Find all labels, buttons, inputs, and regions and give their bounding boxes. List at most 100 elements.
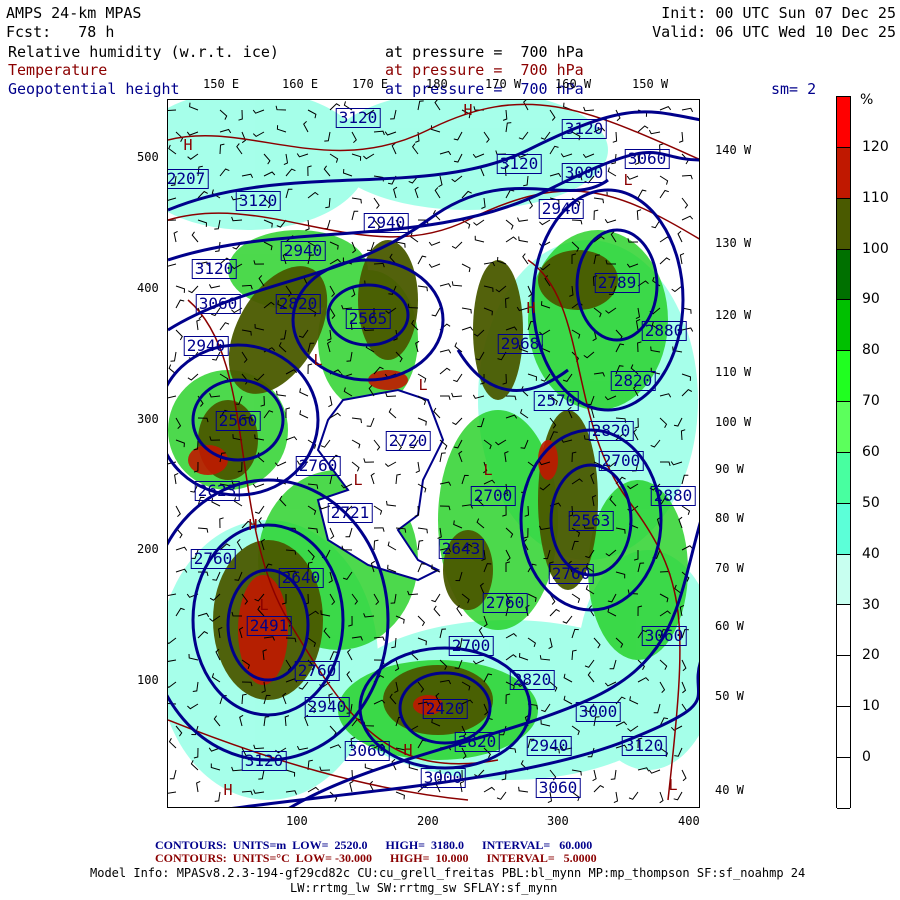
wind-barb bbox=[417, 615, 426, 627]
wind-barb bbox=[428, 263, 441, 268]
contour-label: 2760 bbox=[294, 661, 340, 681]
pressure-center-marker: L bbox=[259, 596, 269, 614]
wind-barb bbox=[681, 174, 693, 180]
wind-barb bbox=[174, 472, 179, 485]
colorbar-label: 120 bbox=[862, 138, 889, 155]
wind-barb bbox=[173, 230, 178, 243]
wind-barb bbox=[461, 326, 474, 331]
wind-barb bbox=[328, 395, 333, 408]
wind-barb bbox=[496, 791, 507, 800]
wind-barb bbox=[168, 395, 177, 399]
contour-label: 2623 bbox=[194, 481, 240, 501]
wind-barb bbox=[549, 608, 560, 617]
contour-label: 2491 bbox=[246, 616, 292, 636]
right-lon-label: 120 W bbox=[715, 308, 752, 322]
colorbar-swatch bbox=[837, 97, 850, 148]
wind-barb bbox=[610, 769, 617, 780]
field-rh-label: Relative humidity (w.r.t. ice) bbox=[8, 43, 279, 61]
pressure-center-marker: L bbox=[353, 471, 363, 489]
top-lon-label: 150 E bbox=[203, 77, 240, 91]
model-title: AMPS 24-km MPAS bbox=[6, 4, 142, 22]
contour-label: 3000 bbox=[575, 702, 621, 722]
y-tick-label: 400 bbox=[137, 281, 159, 295]
wind-barb bbox=[175, 285, 186, 293]
wind-barb bbox=[678, 131, 684, 143]
contour-label: 3060 bbox=[195, 294, 241, 314]
contour-label: 2760 bbox=[548, 564, 594, 584]
contour-label: 2700 bbox=[470, 486, 516, 506]
wind-barb bbox=[648, 129, 661, 135]
wind-barb bbox=[522, 253, 529, 265]
top-lon-label: 180 bbox=[426, 77, 448, 91]
wind-barb bbox=[349, 780, 354, 793]
wind-barb bbox=[417, 527, 428, 534]
wind-barb bbox=[681, 769, 687, 782]
wind-barb bbox=[679, 252, 685, 265]
colorbar-label: 90 bbox=[862, 291, 880, 308]
y-tick-label: 300 bbox=[137, 412, 159, 426]
wind-barb bbox=[439, 452, 446, 463]
colorbar-swatch bbox=[837, 757, 850, 809]
contour-label: 3000 bbox=[420, 768, 466, 788]
wind-barb bbox=[518, 236, 529, 243]
pressure-center-marker: H bbox=[223, 781, 233, 799]
wind-barb bbox=[175, 505, 181, 518]
wind-barb bbox=[671, 285, 683, 293]
field-temp-label: Temperature bbox=[8, 61, 108, 79]
colorbar-label: 50 bbox=[862, 494, 880, 511]
wind-barb bbox=[451, 392, 463, 398]
colorbar-swatch bbox=[837, 402, 850, 453]
wind-barb bbox=[440, 395, 451, 401]
colorbar-swatch bbox=[837, 147, 850, 199]
right-lon-label: 100 W bbox=[715, 415, 752, 429]
wind-barb bbox=[285, 407, 291, 418]
contour-label: 2563 bbox=[568, 511, 614, 531]
field-height-label: Geopotential height bbox=[8, 80, 180, 98]
colorbar-label: 100 bbox=[862, 240, 889, 257]
wind-barb bbox=[607, 167, 617, 177]
wind-barb bbox=[299, 410, 309, 419]
wind-barb bbox=[648, 769, 661, 774]
wind-barb bbox=[428, 241, 441, 246]
model-info: Model Info: MPASv8.2.3-194-gf29cd82c CU:… bbox=[90, 866, 806, 880]
wind-barb bbox=[539, 219, 551, 226]
wind-barb bbox=[168, 791, 177, 794]
colorbar-swatch bbox=[837, 656, 850, 708]
wind-barb bbox=[518, 786, 529, 793]
contour-label: 2940 bbox=[183, 336, 229, 356]
wind-barb bbox=[571, 593, 581, 603]
contour-label: 2760 bbox=[482, 593, 528, 613]
contour-label: 3060 bbox=[535, 778, 581, 798]
right-lon-label: 140 W bbox=[715, 143, 752, 157]
wind-barb bbox=[196, 780, 201, 793]
contour-label: 2700 bbox=[598, 451, 644, 471]
wind-barb bbox=[299, 388, 309, 397]
contour-label: 2820 bbox=[588, 421, 634, 441]
wind-barb bbox=[191, 231, 199, 243]
pressure-center-marker: L bbox=[418, 376, 428, 394]
top-lon-label: 160 W bbox=[555, 77, 592, 91]
contour-label: 3120 bbox=[621, 736, 667, 756]
wind-barb bbox=[473, 219, 485, 226]
wind-barb bbox=[439, 283, 452, 288]
wind-barb bbox=[252, 483, 265, 488]
wind-barb bbox=[188, 285, 199, 294]
wind-barb bbox=[169, 769, 177, 780]
field-temp-level: at pressure = 700 hPa bbox=[385, 61, 584, 79]
right-lon-label: 70 W bbox=[715, 561, 744, 575]
wind-barb bbox=[681, 107, 694, 113]
contour-label: 2207 bbox=[168, 169, 209, 189]
colorbar-label: 10 bbox=[862, 698, 880, 715]
wind-barb bbox=[417, 540, 424, 551]
colorbar-unit: % bbox=[860, 92, 874, 108]
wind-barb bbox=[175, 299, 185, 309]
colorbar-swatch bbox=[837, 198, 850, 250]
right-lon-label: 50 W bbox=[715, 689, 744, 703]
pressure-center-marker: H bbox=[248, 516, 258, 534]
wind-barb bbox=[439, 349, 452, 354]
contour-label: 2820 bbox=[454, 732, 500, 752]
contour-label: 2880 bbox=[650, 486, 696, 506]
wind-barb bbox=[373, 197, 380, 209]
x-tick-label: 300 bbox=[547, 814, 569, 828]
wind-barb bbox=[208, 284, 221, 289]
